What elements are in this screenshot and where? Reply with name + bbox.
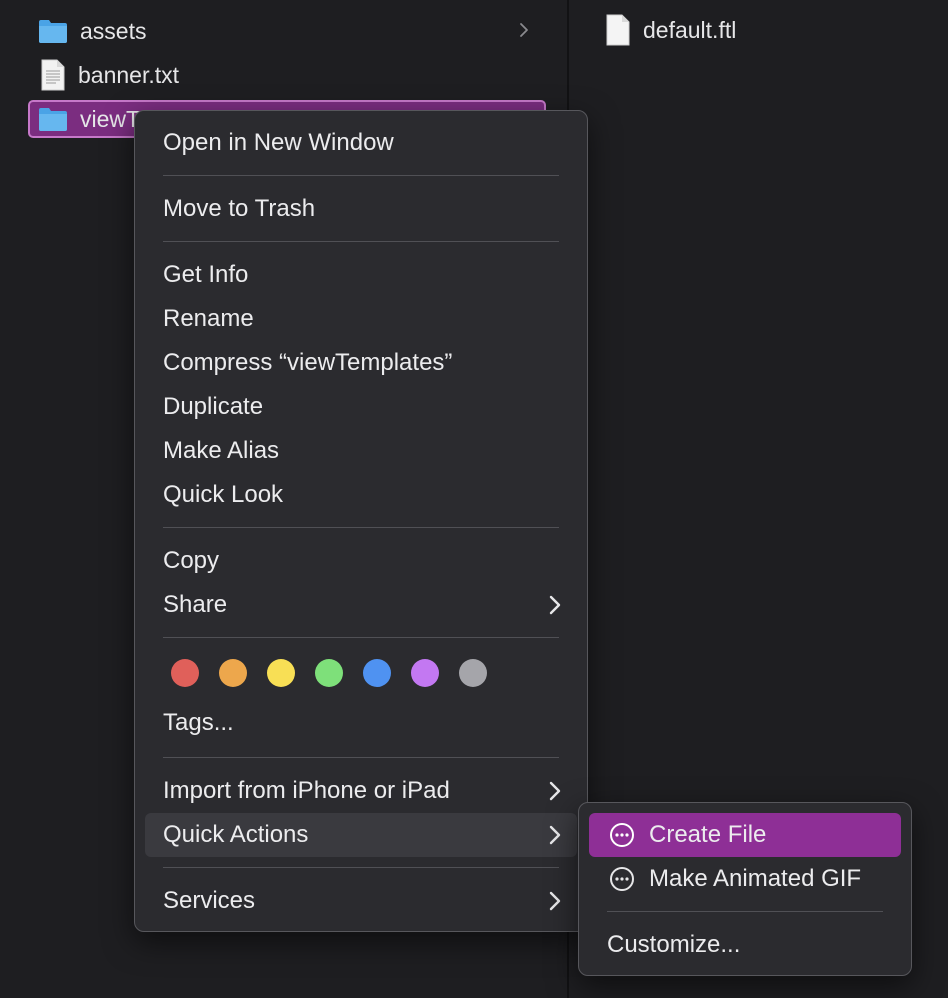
menu-item-label: Move to Trash — [163, 195, 316, 222]
chevron-right-icon — [549, 781, 561, 801]
menu-item-label: Get Info — [163, 261, 249, 288]
file-name: viewT — [80, 105, 141, 132]
menu-item-services[interactable]: Services — [145, 879, 577, 923]
menu-item-label: Share — [163, 591, 228, 618]
menu-item-label: Make Alias — [163, 437, 280, 464]
menu-item-import-iphone[interactable]: Import from iPhone or iPad — [145, 769, 577, 813]
file-row-banner[interactable]: banner.txt — [28, 56, 546, 94]
menu-item-label: Open in New Window — [163, 129, 394, 156]
tag-gray-dot[interactable] — [459, 659, 487, 687]
menu-item-rename[interactable]: Rename — [145, 297, 577, 341]
menu-separator — [163, 757, 559, 758]
chevron-right-icon — [549, 825, 561, 845]
submenu-item-customize[interactable]: Customize... — [589, 923, 901, 967]
menu-item-quick-actions[interactable]: Quick Actions — [145, 813, 577, 857]
menu-item-label: Tags... — [163, 709, 234, 736]
tag-blue-dot[interactable] — [363, 659, 391, 687]
menu-item-tags[interactable]: Tags... — [145, 701, 577, 745]
menu-item-label: Services — [163, 887, 256, 914]
menu-separator — [163, 241, 559, 242]
file-row-assets[interactable]: assets — [28, 12, 546, 50]
tag-yellow-dot[interactable] — [267, 659, 295, 687]
menu-item-make-alias[interactable]: Make Alias — [145, 429, 577, 473]
submenu-item-label: Create File — [649, 821, 767, 848]
ellipsis-circle-icon — [610, 867, 634, 891]
menu-item-share[interactable]: Share — [145, 583, 577, 627]
tag-purple-dot[interactable] — [411, 659, 439, 687]
menu-item-label: Rename — [163, 305, 254, 332]
tag-green-dot[interactable] — [315, 659, 343, 687]
folder-icon — [39, 20, 67, 43]
menu-item-label: Copy — [163, 547, 220, 574]
chevron-right-icon — [520, 23, 528, 37]
menu-item-label: Import from iPhone or iPad — [163, 777, 450, 804]
menu-item-duplicate[interactable]: Duplicate — [145, 385, 577, 429]
menu-item-label: Duplicate — [163, 393, 264, 420]
quick-actions-submenu: Create File Make Animated GIF Customize.… — [578, 802, 912, 976]
file-row-default-ftl[interactable]: default.ftl — [605, 14, 736, 46]
menu-item-label: Quick Look — [163, 481, 284, 508]
folder-icon — [39, 108, 67, 131]
tag-red-dot[interactable] — [171, 659, 199, 687]
text-document-icon — [41, 59, 65, 91]
submenu-item-make-gif[interactable]: Make Animated GIF — [589, 857, 901, 901]
menu-item-quick-look[interactable]: Quick Look — [145, 473, 577, 517]
document-icon — [606, 14, 630, 46]
menu-separator — [163, 527, 559, 528]
menu-separator — [163, 637, 559, 638]
ellipsis-circle-icon — [610, 823, 634, 847]
file-name: default.ftl — [643, 16, 737, 43]
submenu-item-create-file[interactable]: Create File — [589, 813, 901, 857]
menu-item-copy[interactable]: Copy — [145, 539, 577, 583]
menu-separator — [607, 911, 883, 912]
menu-separator — [163, 867, 559, 868]
tag-orange-dot[interactable] — [219, 659, 247, 687]
context-menu: Open in New Window Move to Trash Get Inf… — [134, 110, 588, 932]
menu-item-move-to-trash[interactable]: Move to Trash — [145, 187, 577, 231]
file-name: banner.txt — [78, 61, 180, 88]
submenu-item-label: Make Animated GIF — [649, 865, 862, 892]
submenu-item-label: Customize... — [607, 931, 741, 958]
menu-item-open-new-window[interactable]: Open in New Window — [145, 121, 577, 165]
menu-separator — [163, 175, 559, 176]
chevron-right-icon — [549, 595, 561, 615]
menu-item-compress[interactable]: Compress “viewTemplates” — [145, 341, 577, 385]
menu-item-get-info[interactable]: Get Info — [145, 253, 577, 297]
menu-item-label: Compress “viewTemplates” — [163, 349, 453, 376]
menu-item-label: Quick Actions — [163, 821, 309, 848]
tag-colors-row — [171, 659, 487, 687]
file-name: assets — [80, 17, 147, 44]
chevron-right-icon — [549, 891, 561, 911]
